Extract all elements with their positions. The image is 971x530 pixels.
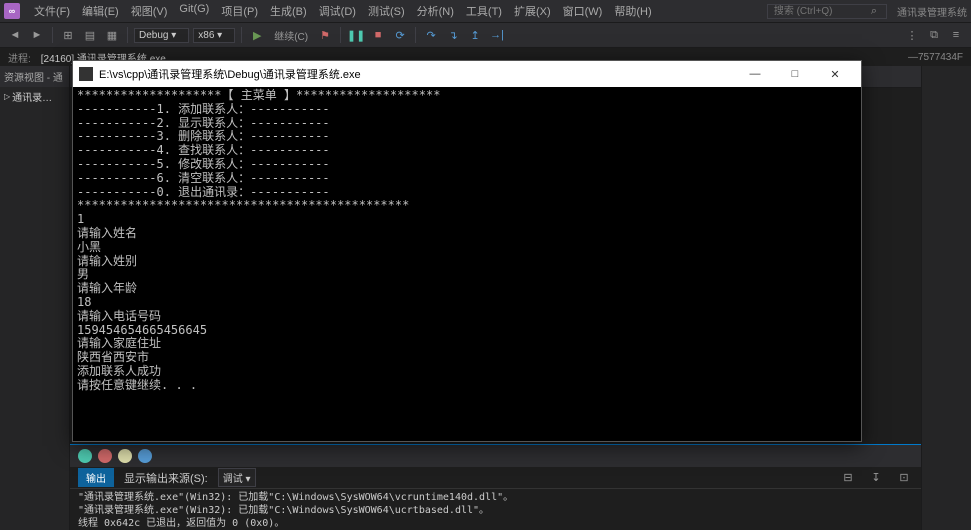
pause-icon[interactable]: ❚❚ [347,26,365,44]
flag-icon[interactable]: ⚑ [316,26,334,44]
toolbar-extra-icon[interactable]: ⋮ [903,26,921,44]
minimize-button[interactable]: — [735,61,775,87]
nav-back-icon[interactable]: ◄ [6,26,24,44]
output-header: 输出 显示输出来源(S): 调试 ▾ ⊟ ↧ ⊡ [70,467,921,489]
menu-项目[interactable]: 项目(P) [215,3,264,19]
solution-explorer: 资源视图 - 通 ▷ 通讯录… [0,66,70,530]
menu-文件[interactable]: 文件(F) [28,3,76,19]
status-dot-icon [118,449,132,463]
process-extra: —7577434F [908,52,963,63]
step-out-icon[interactable]: ↥ [466,26,484,44]
output-source-label: 显示输出来源(S): [124,470,208,486]
console-titlebar[interactable]: E:\vs\cpp\通讯录管理系统\Debug\通讯录管理系统.exe — □ … [73,61,861,87]
vs-logo-icon: ∞ [4,3,20,19]
solution-item[interactable]: ▷ 通讯录… [0,87,69,106]
maximize-button[interactable]: □ [775,61,815,87]
output-panel: 输出 显示输出来源(S): 调试 ▾ ⊟ ↧ ⊡ "通讯录管理系统.exe"(W… [70,444,921,530]
stop-icon[interactable]: ■ [369,26,387,44]
console-window: E:\vs\cpp\通讯录管理系统\Debug\通讯录管理系统.exe — □ … [72,60,862,442]
console-app-icon [79,67,93,81]
separator [127,27,128,43]
menu-调试[interactable]: 调试(D) [313,3,362,19]
config-dropdown[interactable]: Debug ▾ [134,28,189,43]
nav-forward-icon[interactable]: ► [28,26,46,44]
separator [52,27,53,43]
separator [241,27,242,43]
menu-分析[interactable]: 分析(N) [411,3,460,19]
menu-测试[interactable]: 测试(S) [362,3,411,19]
menu-视图[interactable]: 视图(V) [125,3,174,19]
separator [415,27,416,43]
process-label: 进程: [8,50,31,65]
solution-item-label: 通讯录… [12,89,52,104]
output-body: "通讯录管理系统.exe"(Win32): 已加载"C:\Windows\Sys… [70,489,921,530]
continue-label[interactable]: 继续(C) [270,28,312,43]
project-name-label: 通讯录管理系统 [897,4,967,19]
menu-扩展[interactable]: 扩展(X) [508,3,557,19]
menu-工具[interactable]: 工具(T) [460,3,508,19]
menu-编辑[interactable]: 编辑(E) [76,3,125,19]
output-tab[interactable]: 输出 [78,468,114,487]
output-tool-icon[interactable]: ⊟ [839,469,857,487]
status-dot-icon [138,449,152,463]
platform-dropdown[interactable]: x86 ▾ [193,28,235,43]
titlebar: ∞ 文件(F)编辑(E)视图(V)Git(G)项目(P)生成(B)调试(D)测试… [0,0,971,22]
open-file-icon[interactable]: ▤ [81,26,99,44]
output-icon-row [70,445,921,467]
run-icon[interactable]: ▶ [248,26,266,44]
toolbar-extra-icon[interactable]: ⧉ [925,26,943,44]
menu-生成[interactable]: 生成(B) [264,3,313,19]
save-icon[interactable]: ▦ [103,26,121,44]
solution-explorer-header: 资源视图 - 通 [0,66,69,87]
step-over-icon[interactable]: ↷ [422,26,440,44]
restart-icon[interactable]: ⟳ [391,26,409,44]
status-dot-icon [78,449,92,463]
run-to-cursor-icon[interactable]: →| [488,26,506,44]
separator [340,27,341,43]
menu-帮助[interactable]: 帮助(H) [608,3,657,19]
new-file-icon[interactable]: ⊞ [59,26,77,44]
close-button[interactable]: ✕ [815,61,855,87]
toolbar-extra-icon[interactable]: ≡ [947,26,965,44]
console-output: ********************【 主菜单 】*************… [73,87,861,441]
output-tool-icon[interactable]: ↧ [867,469,885,487]
tree-expand-icon[interactable]: ▷ [4,92,10,101]
search-icon[interactable]: ⌕ [871,5,877,18]
output-tool-icon[interactable]: ⊡ [895,469,913,487]
menu-git[interactable]: Git(G) [173,3,215,19]
main-toolbar: ◄ ► ⊞ ▤ ▦ Debug ▾ x86 ▾ ▶ 继续(C) ⚑ ❚❚ ■ ⟳… [0,22,971,48]
console-title-text: E:\vs\cpp\通讯录管理系统\Debug\通讯录管理系统.exe [99,66,361,82]
step-into-icon[interactable]: ↴ [444,26,462,44]
properties-panel [921,66,971,530]
status-dot-icon [98,449,112,463]
menu-窗口[interactable]: 窗口(W) [557,3,609,19]
output-source-select[interactable]: 调试 ▾ [218,468,256,487]
menu-bar: 文件(F)编辑(E)视图(V)Git(G)项目(P)生成(B)调试(D)测试(S… [28,3,658,19]
search-input[interactable] [767,4,887,19]
